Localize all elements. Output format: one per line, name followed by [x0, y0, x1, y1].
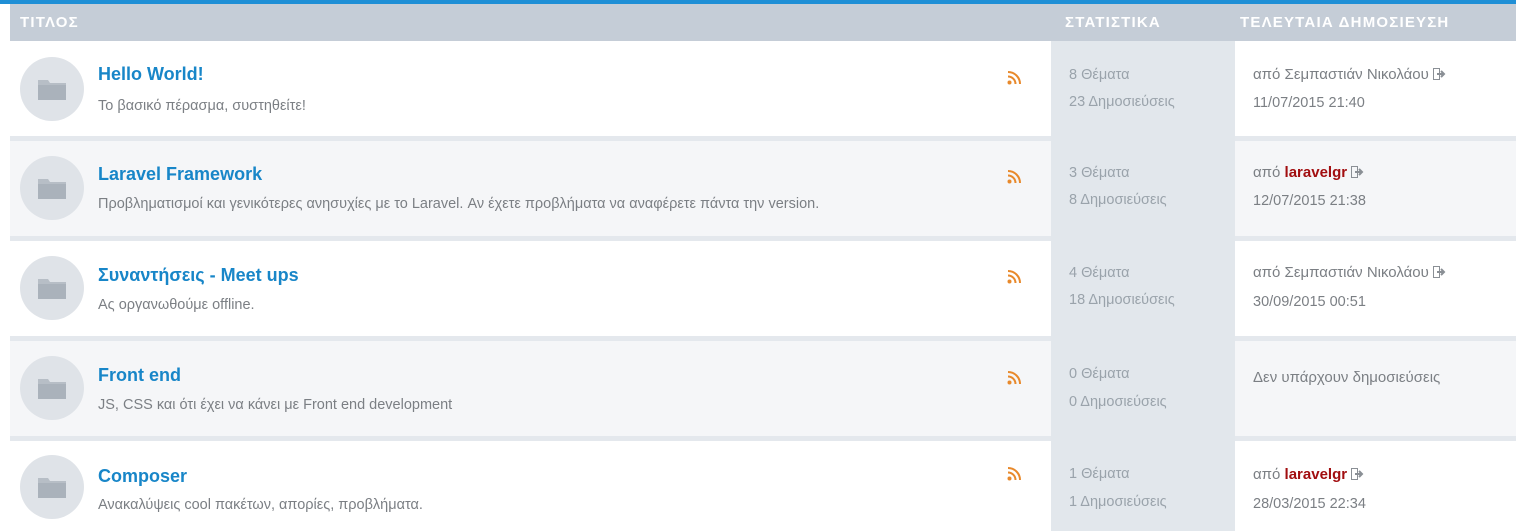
forum-row: Συναντήσεις - Meet ups Ας οργανωθούμε of…	[10, 241, 1516, 336]
user-link[interactable]: laravelgr	[1285, 466, 1348, 483]
topic-count: 3 Θέματα	[1069, 165, 1130, 181]
folder-icon	[20, 356, 84, 420]
forum-description: Το βασικό πέρασμα, συστηθείτε!	[98, 98, 306, 114]
post-count: 18 Δημοσιεύσεις	[1069, 292, 1175, 308]
forum-list: ΤΙΤΛΟΣ ΣΤΑΤΙΣΤΙΚΑ ΤΕΛΕΥΤΑΙΑ ΔΗΜΟΣΙΕΥΣΗ H…	[0, 0, 1516, 531]
topic-count: 0 Θέματα	[1069, 366, 1130, 382]
sign-in-arrow-icon[interactable]	[1351, 467, 1365, 484]
by-prefix: από	[1253, 66, 1281, 83]
header-last-post: ΤΕΛΕΥΤΑΙΑ ΔΗΜΟΣΙΕΥΣΗ	[1240, 14, 1450, 31]
rss-icon[interactable]	[1007, 270, 1021, 289]
rss-icon[interactable]	[1007, 71, 1021, 90]
last-post-author: από laravelgr	[1253, 164, 1365, 182]
folder-icon	[20, 57, 84, 121]
topic-count: 8 Θέματα	[1069, 67, 1130, 83]
last-post: από laravelgr 12/07/2015 21:38	[1235, 141, 1516, 236]
forum-title-link[interactable]: Hello World!	[98, 64, 204, 85]
last-post: Δεν υπάρχουν δημοσιεύσεις	[1235, 341, 1516, 436]
sign-in-arrow-icon[interactable]	[1432, 265, 1447, 282]
forum-row: Laravel Framework Προβληματισμοί και γεν…	[10, 141, 1516, 236]
forum-stats: 4 Θέματα 18 Δημοσιεύσεις	[1051, 241, 1235, 336]
user-link[interactable]: laravelgr	[1285, 164, 1348, 181]
table-header: ΤΙΤΛΟΣ ΣΤΑΤΙΣΤΙΚΑ ΤΕΛΕΥΤΑΙΑ ΔΗΜΟΣΙΕΥΣΗ	[10, 4, 1516, 41]
no-posts-text: Δεν υπάρχουν δημοσιεύσεις	[1253, 369, 1441, 386]
last-post-date: 11/07/2015 21:40	[1253, 95, 1365, 111]
forum-description: Ας οργανωθούμε offline.	[98, 297, 255, 313]
forum-stats: 0 Θέματα 0 Δημοσιεύσεις	[1051, 341, 1235, 436]
last-post: από Σεμπαστιάν Νικολάου 11/07/2015 21:40	[1235, 41, 1516, 136]
sign-in-arrow-icon[interactable]	[1432, 67, 1447, 84]
folder-icon	[20, 156, 84, 220]
header-stats: ΣΤΑΤΙΣΤΙΚΑ	[1065, 14, 1161, 31]
forum-title-link[interactable]: Composer	[98, 466, 187, 487]
forum-description: Ανακαλύψεις cool πακέτων, απορίες, προβλ…	[98, 497, 423, 513]
topic-count: 4 Θέματα	[1069, 265, 1130, 281]
by-prefix: από	[1253, 264, 1281, 281]
forum-description: Προβληματισμοί και γενικότερες ανησυχίες…	[98, 196, 820, 212]
last-post-date: 28/03/2015 22:34	[1253, 496, 1366, 512]
rss-icon[interactable]	[1007, 170, 1021, 189]
forum-title-link[interactable]: Laravel Framework	[98, 164, 262, 185]
forum-title-link[interactable]: Front end	[98, 365, 181, 386]
forum-title-link[interactable]: Συναντήσεις - Meet ups	[98, 265, 299, 286]
by-prefix: από	[1253, 164, 1281, 181]
user-link[interactable]: Σεμπαστιάν Νικολάου	[1285, 264, 1429, 281]
post-count: 1 Δημοσιεύσεις	[1069, 494, 1167, 510]
forum-stats: 3 Θέματα 8 Δημοσιεύσεις	[1051, 141, 1235, 236]
forum-row: Hello World! Το βασικό πέρασμα, συστηθεί…	[10, 41, 1516, 136]
forum-description: JS, CSS και ότι έχει να κάνει με Front e…	[98, 397, 453, 413]
forum-row: Front end JS, CSS και ότι έχει να κάνει …	[10, 341, 1516, 436]
forum-row: Composer Ανακαλύψεις cool πακέτων, απορί…	[10, 441, 1516, 531]
last-post-author: από Σεμπαστιάν Νικολάου	[1253, 264, 1447, 282]
forum-stats: 8 Θέματα 23 Δημοσιεύσεις	[1051, 41, 1235, 136]
topic-count: 1 Θέματα	[1069, 466, 1130, 482]
last-post: από laravelgr 28/03/2015 22:34	[1235, 441, 1516, 531]
rss-icon[interactable]	[1007, 467, 1021, 486]
last-post-date: 30/09/2015 00:51	[1253, 294, 1366, 310]
sign-in-arrow-icon[interactable]	[1351, 165, 1365, 182]
post-count: 0 Δημοσιεύσεις	[1069, 394, 1167, 410]
rss-icon[interactable]	[1007, 371, 1021, 390]
user-link[interactable]: Σεμπαστιάν Νικολάου	[1285, 66, 1429, 83]
forum-stats: 1 Θέματα 1 Δημοσιεύσεις	[1051, 441, 1235, 531]
post-count: 23 Δημοσιεύσεις	[1069, 94, 1175, 110]
last-post-author: από Σεμπαστιάν Νικολάου	[1253, 66, 1447, 84]
last-post-author: από laravelgr	[1253, 466, 1365, 484]
last-post: από Σεμπαστιάν Νικολάου 30/09/2015 00:51	[1235, 241, 1516, 336]
by-prefix: από	[1253, 466, 1281, 483]
post-count: 8 Δημοσιεύσεις	[1069, 192, 1167, 208]
folder-icon	[20, 455, 84, 519]
last-post-date: 12/07/2015 21:38	[1253, 193, 1366, 209]
folder-icon	[20, 256, 84, 320]
header-title: ΤΙΤΛΟΣ	[20, 14, 79, 31]
